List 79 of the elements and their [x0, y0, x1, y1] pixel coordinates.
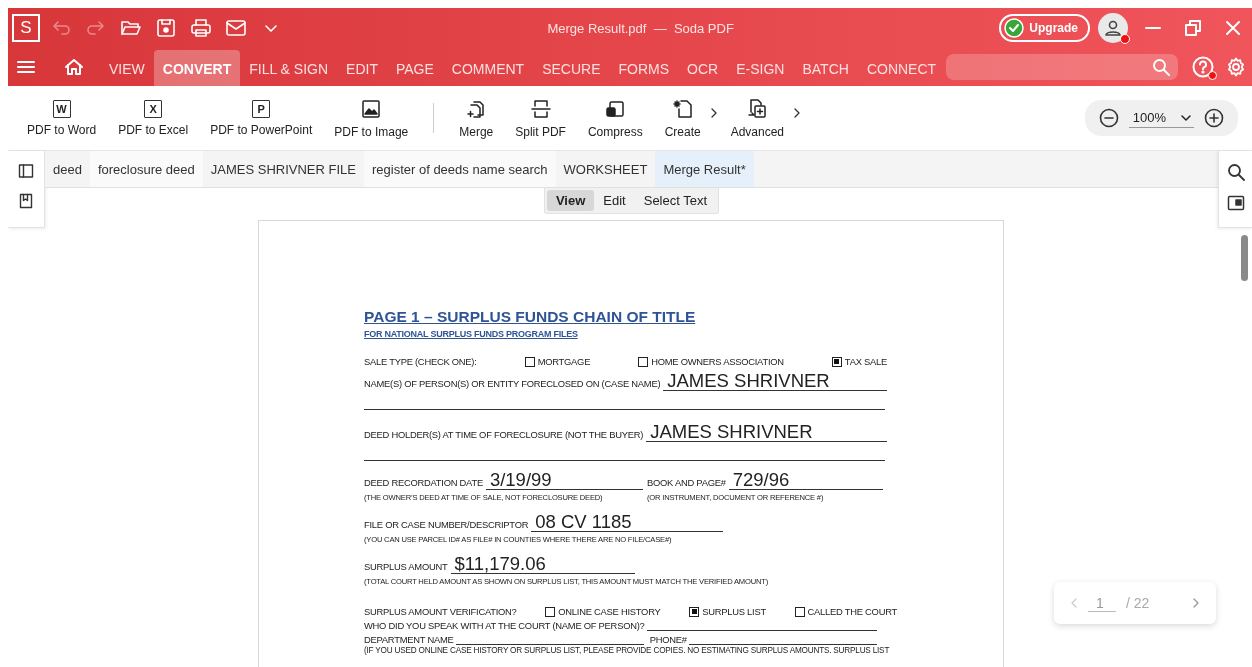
toolbar-button[interactable]: W PDF to Word	[18, 93, 106, 143]
view-mode-tab[interactable]: Select Text	[634, 190, 717, 211]
image-icon	[360, 97, 383, 120]
view-mode-tab[interactable]: View	[546, 190, 595, 211]
fill-in-line: 3/19/99	[485, 470, 643, 490]
fill-in-line: 729/96	[728, 470, 883, 490]
scrollbar-thumb[interactable]	[1241, 235, 1248, 281]
panel-icon[interactable]	[1226, 195, 1245, 211]
menu-tab[interactable]: FILL & SIGN	[240, 50, 338, 86]
file-type-icon: P	[252, 99, 271, 118]
toolbar-button[interactable]: Compress	[578, 91, 652, 145]
form-label: DEPARTMENT NAME	[364, 634, 454, 645]
option-label: TAX SALE	[844, 356, 887, 367]
close-icon[interactable]	[1224, 19, 1242, 37]
new-file-icon	[671, 97, 694, 120]
form-label: DEED RECORDATION DATE	[364, 477, 483, 490]
check-circle-icon	[1004, 18, 1025, 38]
option-label: HOME OWNERS ASSOCIATION	[651, 356, 784, 367]
upgrade-button[interactable]: Upgrade	[999, 14, 1090, 42]
form-label: WHO DID YOU SPEAK WITH AT THE COURT (NAME OF PERSON)?	[364, 620, 645, 631]
zoom-in-icon[interactable]	[1204, 108, 1224, 128]
document-tab[interactable]: Merge Result*	[655, 151, 754, 187]
chevron-right-icon[interactable]	[709, 107, 718, 119]
toolbar-button[interactable]: P PDF to PowerPoint	[201, 93, 322, 143]
mail-icon[interactable]	[225, 17, 247, 39]
chevron-right-icon[interactable]	[793, 107, 802, 119]
printer-icon[interactable]	[190, 17, 212, 39]
form-label: BOOK AND PAGE#	[647, 477, 726, 490]
fill-in-line: 08 CV 1185	[531, 512, 724, 532]
fill-in-line: JAMES SHRIVNER	[646, 422, 887, 442]
notification-dot	[1208, 71, 1217, 80]
page-subheading: FOR NATIONAL SURPLUS FUNDS PROGRAM FILES	[364, 329, 578, 339]
fill-in-line: $11,179.06	[450, 554, 635, 574]
app-logo: S	[12, 14, 40, 42]
fill-in-line: JAMES SHRIVNER	[663, 371, 887, 391]
form-label: NAME(S) OF PERSON(S) OR ENTITY FORECLOSED ON (CASE NAME)	[364, 378, 661, 391]
document-tab[interactable]: foreclosure deed	[89, 151, 203, 187]
option-label: MORTGAGE	[537, 356, 591, 367]
page-heading: PAGE 1 – SURPLUS FUNDS CHAIN OF TITLE	[364, 308, 696, 326]
document-tab[interactable]: register of deeds name search	[363, 151, 556, 187]
save-icon[interactable]	[155, 17, 177, 39]
toolbar-button[interactable]: Advanced	[721, 91, 794, 145]
form-label: SURPLUS AMOUNT	[364, 561, 448, 574]
home-icon[interactable]	[64, 57, 84, 77]
toolbar-button[interactable]: Split PDF	[506, 91, 575, 145]
zoom-field[interactable]: 100%	[1128, 108, 1194, 128]
help-icon[interactable]	[1192, 56, 1214, 78]
form-label: SALE TYPE (CHECK ONE):	[364, 356, 477, 367]
zoom-out-icon[interactable]	[1098, 108, 1119, 128]
notification-dot	[1120, 34, 1130, 44]
split-icon	[529, 97, 552, 120]
option-label: CALLED THE COURT	[807, 606, 897, 617]
option-label: ONLINE CASE HISTORY	[558, 606, 661, 617]
person-icon	[1104, 19, 1122, 37]
form-note: (IF YOU USED ONLINE CASE HISTORY OR SURPLUS LIST, PLEASE PROVIDE COPIES. NO ESTIMATING SURPLUS AMOUNTS. SURPLUS LIST	[364, 646, 891, 655]
settings-icon[interactable]	[1226, 57, 1246, 77]
file-plus-icon	[746, 97, 769, 120]
view-mode-tab[interactable]: Edit	[594, 190, 635, 211]
file-type-icon: W	[52, 99, 71, 118]
search-icon	[1152, 58, 1170, 76]
form-label: PHONE#	[649, 634, 687, 645]
window-title: Merge Result.pdf — Soda PDF	[546, 20, 735, 36]
toolbar-button[interactable]: Merge	[450, 91, 503, 145]
toolbar-button[interactable]: X PDF to Excel	[109, 93, 198, 143]
search-icon[interactable]	[1226, 163, 1245, 181]
file-type-icon: X	[144, 99, 163, 118]
page-count: / 22	[1126, 595, 1151, 611]
sidebar-panel-icon[interactable]	[18, 163, 34, 179]
search-field[interactable]	[946, 54, 1178, 80]
restore-icon[interactable]	[1184, 19, 1202, 37]
form-label: SURPLUS AMOUNT VERIFICATION?	[364, 606, 517, 617]
menu-tab[interactable]: VIEW	[100, 50, 154, 86]
toolbar-button[interactable]: PDF to Image	[325, 91, 418, 145]
form-label: FILE OR CASE NUMBER/DESCRIPTOR	[364, 519, 529, 532]
bookmark-icon[interactable]	[19, 193, 33, 209]
toolbar-button[interactable]: Create	[655, 91, 710, 145]
avatar[interactable]	[1098, 13, 1128, 43]
option-label: SURPLUS LIST	[702, 606, 766, 617]
form-label: DEED HOLDER(S) AT TIME OF FORECLOSURE (NOT THE BUYER)	[364, 429, 644, 442]
